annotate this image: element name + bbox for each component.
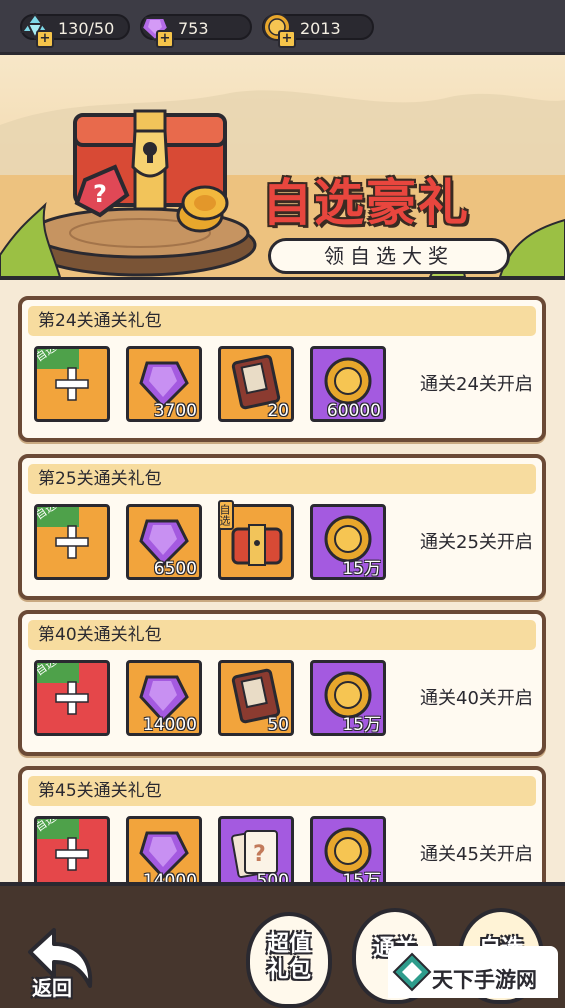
unlock-condition: 通关25关开启: [420, 532, 533, 553]
card-quantity: 500: [256, 871, 289, 882]
book-quantity: 50: [267, 715, 289, 735]
gem-reward-slot[interactable]: 14000: [126, 660, 202, 736]
coin-reward-slot[interactable]: 60000: [310, 346, 386, 422]
gem-quantity: 14000: [142, 715, 197, 735]
pack-card: 第25关通关礼包 自选 6500 自选 15万 通关25关开启: [18, 454, 546, 600]
coin-quantity: 60000: [326, 401, 381, 421]
coin-counter[interactable]: + 2013: [262, 13, 374, 48]
pack-title: 第24关通关礼包: [28, 306, 536, 336]
gem-reward-slot[interactable]: 14000: [126, 816, 202, 882]
plus-icon: [55, 367, 89, 401]
unlock-condition: 通关40关开启: [420, 688, 533, 709]
gem-quantity: 3700: [153, 401, 197, 421]
book-quantity: 20: [267, 401, 289, 421]
site-logo-icon: [392, 952, 432, 992]
promo-banner: ? 自选豪礼 领自选大奖: [0, 55, 565, 281]
unlock-condition: 通关24关开启: [420, 374, 533, 395]
select-tag: 自选: [218, 500, 234, 530]
svg-text:?: ?: [253, 842, 266, 867]
select-reward-slot[interactable]: 自选: [34, 346, 110, 422]
value-pack-tab-label: 超值礼包: [266, 932, 311, 983]
coin-value: 2013: [300, 19, 341, 38]
coin-reward-slot[interactable]: 15万: [310, 816, 386, 882]
plus-icon: [55, 837, 89, 871]
coin-reward-slot[interactable]: 15万: [310, 660, 386, 736]
svg-text:?: ?: [93, 180, 107, 208]
unlock-condition: 通关45关开启: [420, 844, 533, 865]
gem-quantity: 6500: [153, 559, 197, 579]
add-gem-icon[interactable]: +: [156, 30, 174, 48]
pack-items: 自选 14000 50 15万 通关40关开启: [28, 654, 536, 746]
coin-reward-slot[interactable]: 15万: [310, 504, 386, 580]
gem-reward-slot[interactable]: 6500: [126, 504, 202, 580]
plus-icon: [55, 681, 89, 715]
select-reward-slot[interactable]: 自选: [34, 660, 110, 736]
banner-title: 自选豪礼: [262, 174, 470, 232]
resource-bar: + 130/50 + 753 + 2013: [0, 0, 565, 55]
book-reward-slot[interactable]: 20: [218, 346, 294, 422]
gem-quantity: 14000: [142, 871, 197, 882]
coin-quantity: 15万: [342, 715, 381, 735]
pack-card: 第24关通关礼包 自选 3700 20 60000 通关24关开启: [18, 296, 546, 442]
select-reward-slot[interactable]: 自选: [34, 816, 110, 882]
pack-list[interactable]: 第24关通关礼包 自选 3700 20 60000 通关24关开启 第25关通关…: [0, 280, 565, 882]
coin-quantity: 15万: [342, 559, 381, 579]
pack-items: 自选 6500 自选 15万 通关25关开启: [28, 498, 536, 590]
add-coin-icon[interactable]: +: [278, 30, 296, 48]
pack-card: 第45关通关礼包 自选 14000 ? 500 15万 通关45关开启: [18, 766, 546, 882]
treasure-chest-icon: ?: [73, 109, 229, 233]
coin-quantity: 15万: [342, 871, 381, 882]
pack-items: 自选 3700 20 60000 通关24关开启: [28, 340, 536, 432]
gem-counter[interactable]: + 753: [140, 14, 252, 48]
claim-select-prize-button[interactable]: 领自选大奖: [268, 238, 510, 274]
plus-icon: [55, 525, 89, 559]
pack-items: 自选 14000 ? 500 15万 通关45关开启: [28, 810, 536, 882]
value-pack-tab[interactable]: 超值礼包: [246, 912, 332, 1008]
book-reward-slot[interactable]: 50: [218, 660, 294, 736]
pack-title: 第45关通关礼包: [28, 776, 536, 806]
watermark-text: 天下手游网: [432, 968, 537, 992]
add-energy-icon[interactable]: +: [36, 30, 54, 48]
energy-counter[interactable]: + 130/50: [20, 12, 130, 48]
gem-value: 753: [178, 19, 209, 38]
gem-reward-slot[interactable]: 3700: [126, 346, 202, 422]
pack-title: 第25关通关礼包: [28, 464, 536, 494]
select-reward-slot[interactable]: 自选: [34, 504, 110, 580]
pack-card: 第40关通关礼包 自选 14000 50 15万 通关40关开启: [18, 610, 546, 756]
energy-value: 130/50: [58, 19, 115, 38]
card-reward-slot[interactable]: ? 500: [218, 816, 294, 882]
pack-title: 第40关通关礼包: [28, 620, 536, 650]
back-button-label[interactable]: 返回: [32, 972, 72, 1001]
